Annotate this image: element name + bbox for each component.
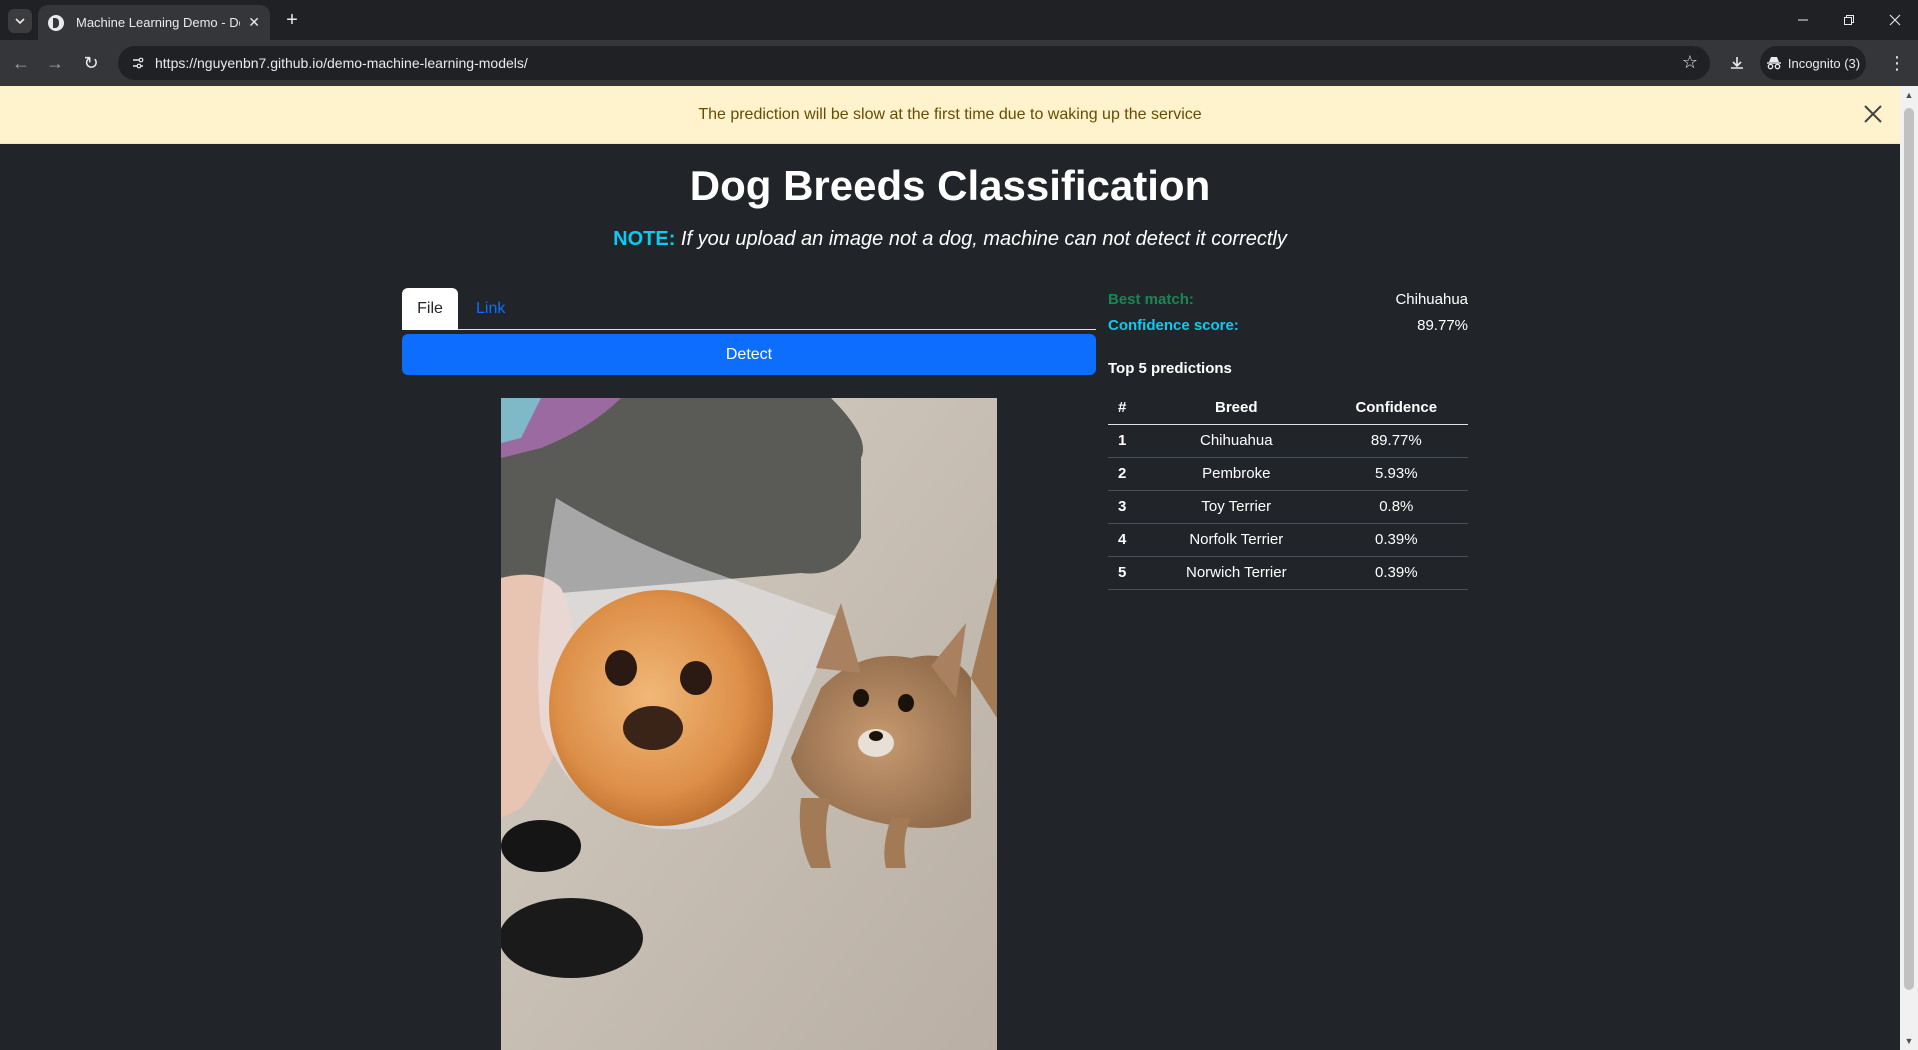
minimize-icon <box>1798 19 1808 21</box>
confidence-cell: 0.8% <box>1324 490 1468 524</box>
column-header-breed: Breed <box>1148 391 1325 425</box>
breed-cell: Toy Terrier <box>1148 490 1325 524</box>
tab-title: Machine Learning Demo - Dog <box>76 15 240 30</box>
best-match-row: Best match: Chihuahua <box>1108 286 1468 312</box>
alert-message: The prediction will be slow at the first… <box>698 105 1202 123</box>
close-icon <box>1889 14 1901 26</box>
breed-cell: Norfolk Terrier <box>1148 523 1325 557</box>
incognito-icon <box>1766 57 1781 70</box>
warning-alert: The prediction will be slow at the first… <box>0 86 1900 144</box>
confidence-label: Confidence score: <box>1108 316 1239 334</box>
uploaded-dog-image <box>501 398 997 1050</box>
reload-button[interactable]: ↻ <box>76 48 106 78</box>
browser-toolbar: ← → ↻ https://nguyenbn7.github.io/demo-m… <box>0 40 1918 86</box>
confidence-cell: 0.39% <box>1324 556 1468 590</box>
bookmark-star-icon[interactable]: ☆ <box>1682 52 1698 73</box>
more-vert-icon: ⋮ <box>1888 52 1906 73</box>
download-icon <box>1731 57 1743 69</box>
page-viewport: The prediction will be slow at the first… <box>0 86 1900 1050</box>
close-icon[interactable] <box>1860 101 1886 127</box>
download-button[interactable] <box>1722 48 1752 78</box>
incognito-label: Incognito (3) <box>1787 55 1861 71</box>
arrow-right-icon: → <box>46 52 64 73</box>
rank-cell: 5 <box>1108 556 1148 590</box>
forward-button[interactable]: → <box>40 48 70 78</box>
restore-button[interactable] <box>1826 0 1872 40</box>
chevron-down-icon <box>15 18 25 25</box>
browser-tab-strip: Machine Learning Demo - Dog ✕ + <box>0 0 1918 40</box>
table-row: 2 Pembroke 5.93% <box>1108 457 1468 491</box>
rank-cell: 2 <box>1108 457 1148 491</box>
best-match-value: Chihuahua <box>1395 290 1468 308</box>
page-scrollbar[interactable]: ▲ ▼ <box>1900 86 1918 1050</box>
new-tab-button[interactable]: + <box>280 8 304 32</box>
table-header-row: # Breed Confidence <box>1108 391 1468 425</box>
column-header-confidence: Confidence <box>1324 391 1468 425</box>
arrow-left-icon: ← <box>12 52 30 73</box>
scroll-up-arrow-icon[interactable]: ▲ <box>1900 86 1918 104</box>
column-header-rank: # <box>1108 391 1148 425</box>
results-panel: Best match: Chihuahua Confidence score: … <box>1108 286 1468 590</box>
confidence-value: 89.77% <box>1417 316 1468 334</box>
site-info-icon[interactable] <box>126 51 150 75</box>
tab-close-icon[interactable]: ✕ <box>248 14 260 31</box>
confidence-row: Confidence score: 89.77% <box>1108 312 1468 338</box>
incognito-indicator[interactable]: Incognito (3) <box>1760 46 1866 80</box>
rank-cell: 1 <box>1108 424 1148 458</box>
tab-link[interactable]: Link <box>460 288 521 330</box>
breed-cell: Norwich Terrier <box>1148 556 1325 590</box>
table-row: 5 Norwich Terrier 0.39% <box>1108 556 1468 590</box>
close-window-button[interactable] <box>1872 0 1918 40</box>
reload-icon: ↻ <box>83 52 99 73</box>
note-text: If you upload an image not a dog, machin… <box>680 228 1287 250</box>
best-match-label: Best match: <box>1108 290 1194 308</box>
browser-menu-button[interactable]: ⋮ <box>1882 48 1912 78</box>
scroll-thumb[interactable] <box>1904 108 1914 990</box>
scroll-down-arrow-icon[interactable]: ▼ <box>1900 1032 1918 1050</box>
restore-icon <box>1844 15 1854 25</box>
browser-tab-active[interactable]: Machine Learning Demo - Dog ✕ <box>38 5 270 40</box>
address-bar[interactable]: https://nguyenbn7.github.io/demo-machine… <box>118 46 1710 80</box>
note-label: NOTE: <box>613 228 676 250</box>
breed-cell: Pembroke <box>1148 457 1325 491</box>
confidence-cell: 5.93% <box>1324 457 1468 491</box>
rank-cell: 4 <box>1108 523 1148 557</box>
breed-cell: Chihuahua <box>1148 424 1325 458</box>
favicon-icon <box>48 14 64 31</box>
table-row: 3 Toy Terrier 0.8% <box>1108 490 1468 524</box>
confidence-cell: 89.77% <box>1324 424 1468 458</box>
predictions-table: # Breed Confidence 1 Chihuahua 89.77% 2 … <box>1108 391 1468 590</box>
tab-search-button[interactable] <box>8 9 32 33</box>
minimize-button[interactable] <box>1780 0 1826 40</box>
tab-file[interactable]: File <box>402 288 458 330</box>
page-title: Dog Breeds Classification <box>689 162 1211 209</box>
url-text[interactable]: https://nguyenbn7.github.io/demo-machine… <box>155 55 528 71</box>
table-row: 1 Chihuahua 89.77% <box>1108 424 1468 458</box>
rank-cell: 3 <box>1108 490 1148 524</box>
back-button[interactable]: ← <box>6 48 36 78</box>
table-row: 4 Norfolk Terrier 0.39% <box>1108 523 1468 557</box>
confidence-cell: 0.39% <box>1324 523 1468 557</box>
note-line: NOTE: If you upload an image not a dog, … <box>0 228 1900 251</box>
input-source-tabs: File Link <box>402 288 1096 330</box>
top-predictions-title: Top 5 predictions <box>1108 360 1232 377</box>
detect-button[interactable]: Detect <box>402 334 1096 375</box>
